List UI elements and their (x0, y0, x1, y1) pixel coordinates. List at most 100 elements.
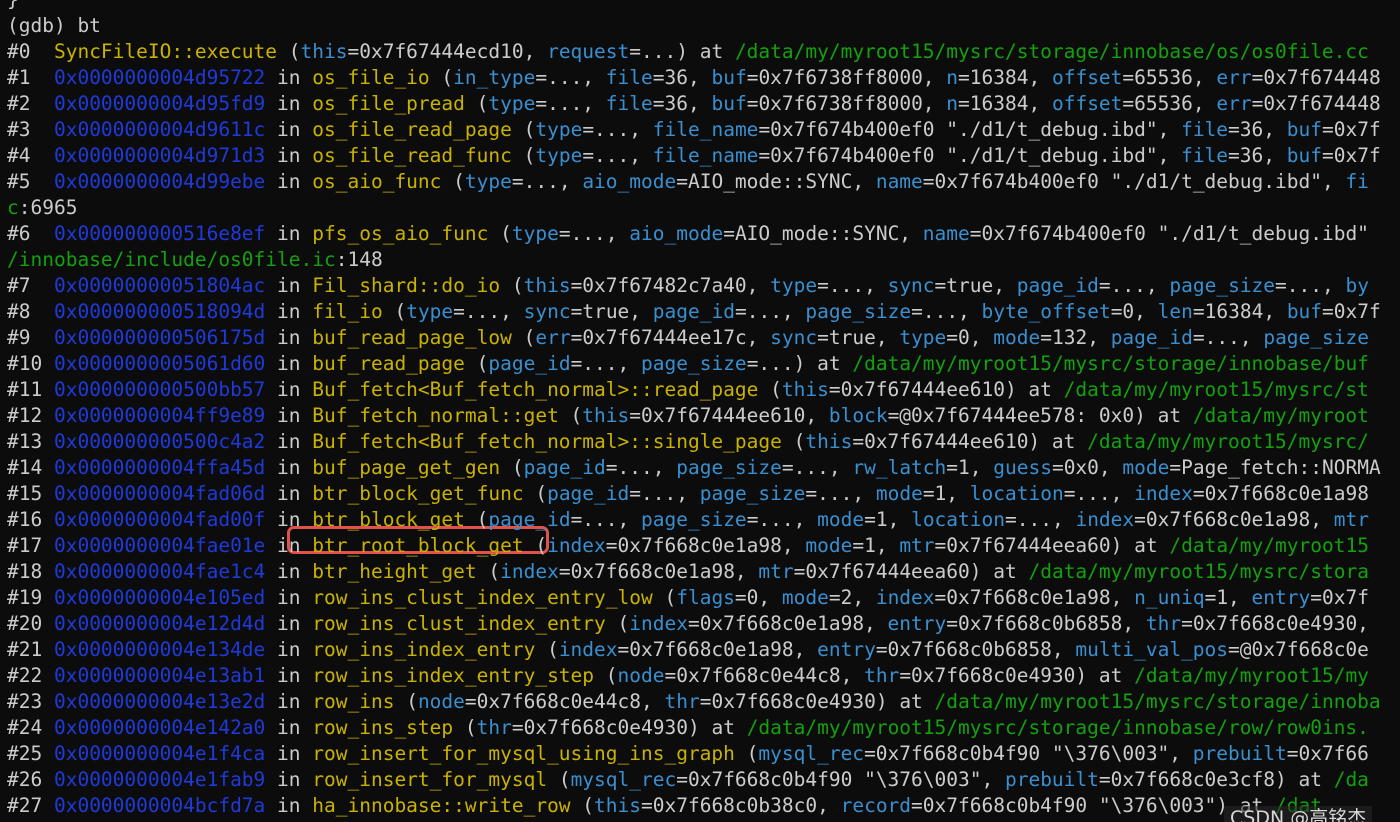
plain-text: =0x7f66 (1286, 742, 1369, 765)
plain-text: =0x7f668c0e1a98, (687, 612, 888, 635)
frame-address: 0x0000000004e13e2d (53, 690, 266, 713)
plain-text: =..., (746, 508, 818, 531)
source-path: /da (1333, 768, 1369, 791)
plain-text: =..., (582, 144, 653, 167)
plain-text: ( (758, 378, 782, 401)
param-name: page_id (547, 482, 630, 505)
plain-text: =0x7f668c0e44c8, (664, 664, 865, 687)
plain-text: in (265, 66, 313, 89)
param-name: aio_mode (629, 222, 724, 245)
backtrace-frame-line: #17 0x0000000004fae01e in btr_root_block… (7, 533, 1369, 559)
backtrace-frame-line: #4 0x0000000004d971d3 in os_file_read_fu… (7, 143, 1381, 169)
plain-text: =16384, (958, 92, 1052, 115)
param-name: page_id (1110, 326, 1193, 349)
param-name: prebuilt (1192, 742, 1287, 765)
plain-text: #25 (7, 742, 54, 765)
plain-text: ( (488, 222, 512, 245)
frame-address: 0x000000000506175d (53, 326, 266, 349)
backtrace-frame-line: #27 0x0000000004bcfd7a in ha_innobase::w… (7, 793, 1322, 819)
param-name: n (946, 66, 959, 89)
plain-text: #14 (7, 456, 54, 479)
plain-text: #19 (7, 586, 54, 609)
param-name: page_size (1169, 274, 1276, 297)
plain-text: =1, (922, 482, 970, 505)
backtrace-frame-line: #13 0x000000000500c4a2 in Buf_fetch<Buf_… (7, 429, 1369, 455)
backtrace-frame-line: #14 0x0000000004ffa45d in buf_page_get_g… (7, 455, 1381, 481)
plain-text: #21 (7, 638, 54, 661)
source-path: /data/my/myroot15/my (1134, 664, 1369, 687)
plain-text: in (265, 482, 313, 505)
plain-text: ( (429, 66, 454, 89)
plain-text: =0x7f668c0e4930) at (511, 716, 747, 739)
plain-text: in (265, 456, 313, 479)
plain-text: =132, (1040, 326, 1111, 349)
plain-text: #3 (7, 118, 54, 141)
plain-text: =0x7f668c0e1a98, (934, 586, 1135, 609)
plain-text: =..., (781, 456, 853, 479)
plain-text: =36, (652, 92, 712, 115)
plain-text: ( (464, 92, 489, 115)
terminal-line: } (7, 0, 19, 13)
plain-text: =0x7f668c0e44c8, (464, 690, 665, 713)
backtrace-frame-line: #8 0x000000000518094d in fil_io (type=..… (7, 299, 1381, 325)
plain-text: #1 (7, 66, 54, 89)
frame-address: 0x0000000004e142a0 (53, 716, 266, 739)
backtrace-frame-line: #24 0x0000000004e142a0 in row_ins_step (… (7, 715, 1369, 741)
backtrace-frame-line: #2 0x0000000004d95fd9 in os_file_pread (… (7, 91, 1381, 117)
param-name: file_name (652, 118, 759, 141)
backtrace-frame-line: #25 0x0000000004e1f4ca in row_insert_for… (7, 741, 1369, 767)
backtrace-frame-line: #0 SyncFileIO::execute (this=0x7f67444ec… (7, 39, 1369, 65)
plain-text: in (265, 300, 313, 323)
plain-text: =0x7f6738ff8000, (746, 92, 947, 115)
plain-text: =0x7f668c0b4f90 "\376\003", (864, 742, 1193, 765)
param-name: buf (1286, 300, 1323, 323)
backtrace-frame-line: #1 0x0000000004d95722 in os_file_io (in_… (7, 65, 1381, 91)
plain-text: in (265, 508, 313, 531)
plain-text: ( (570, 794, 595, 817)
plain-text: ( (441, 170, 465, 193)
param-name: entry (887, 612, 947, 635)
plain-text: =16384, (1192, 300, 1287, 323)
plain-text: =..., (734, 300, 806, 323)
frame-address: 0x0000000004e134de (53, 638, 266, 661)
source-path: /data/my/myroot15/mysrc/stora (1028, 560, 1369, 583)
plain-text: =0x7f668c0b6858, (875, 638, 1076, 661)
gdb-terminal[interactable]: }(gdb) bt#0 SyncFileIO::execute (this=0x… (0, 0, 1400, 822)
frame-address: 0x0000000004bcfd7a (53, 794, 266, 817)
param-name: node (417, 690, 465, 713)
param-name: location (911, 508, 1005, 531)
plain-text: =..., (582, 118, 653, 141)
backtrace-frame-line: #22 0x0000000004e13ab1 in row_ins_index_… (7, 663, 1369, 689)
source-path: /data/my/myroot15/mysrc/storage/innoba (934, 690, 1381, 713)
plain-text: #24 (7, 716, 54, 739)
backtrace-frame-line: #6 0x000000000516e8ef in pfs_os_aio_func… (7, 221, 1369, 247)
plain-text: =0x7f6738ff8000, (746, 66, 947, 89)
plain-text: =..., (1005, 508, 1076, 531)
param-name: page_id (488, 352, 571, 375)
frame-address: 0x0000000004fae01e (53, 534, 266, 557)
param-name: n_uniq (1134, 586, 1205, 609)
param-name: file (605, 92, 653, 115)
param-name: prebuilt (1004, 768, 1099, 791)
param-name: aio_mode (582, 170, 677, 193)
source-path: c (7, 196, 19, 219)
function-name: row_ins_clust_index_entry_low (312, 586, 653, 609)
plain-text: in (265, 664, 313, 687)
plain-text: =0x7f668c0e4930) at (899, 664, 1135, 687)
param-name: index (558, 638, 618, 661)
plain-text: in (265, 352, 313, 375)
function-name: row_insert_for_mysql_using_ins_graph (312, 742, 735, 765)
plain-text: #9 (7, 326, 54, 349)
function-name: os_file_pread (312, 92, 465, 115)
param-name: name (875, 170, 923, 193)
plain-text: in (265, 794, 313, 817)
frame-address: 0x00000000051804ac (53, 274, 266, 297)
source-path: /data/my/myroot15/mysrc/ (1087, 430, 1369, 453)
plain-text: #2 (7, 92, 54, 115)
plain-text: =0x7f668c0e1a98, (617, 638, 818, 661)
plain-text: #20 (7, 612, 54, 635)
param-name: mode (875, 482, 923, 505)
plain-text: ( (734, 742, 759, 765)
plain-text: =..., (629, 482, 700, 505)
plain-text: =0x7f674b400ef0 "./d1/t_debug.ibd", (922, 170, 1346, 193)
